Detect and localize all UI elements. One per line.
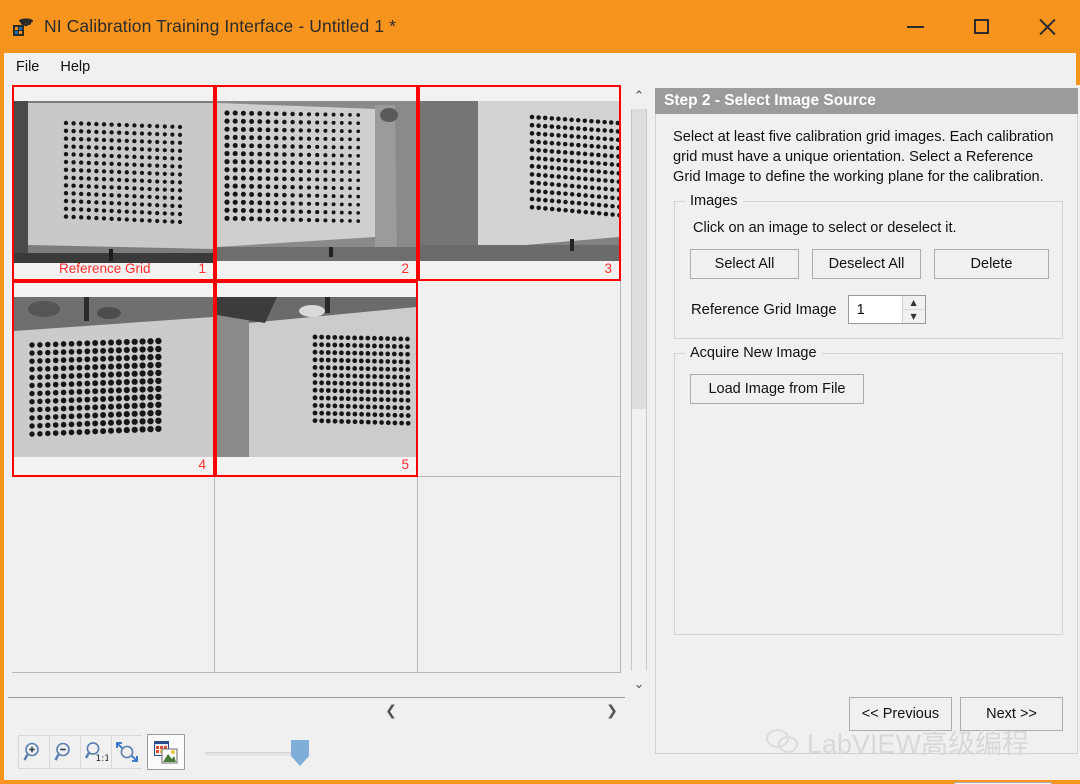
step-description: Select at least five calibration grid im… <box>673 129 1054 185</box>
images-button-row: Select All Deselect All Delete <box>690 249 1050 279</box>
minimize-icon <box>906 25 924 28</box>
scroll-left-icon[interactable]: ❮ <box>378 699 404 723</box>
stepper-buttons: ▲ ▼ <box>901 296 925 323</box>
application-window: NI Calibration Training Interface - Unti… <box>0 0 1080 784</box>
thumbnail-caption-3: 3 <box>420 259 619 277</box>
deselect-all-button[interactable]: Deselect All <box>812 249 921 279</box>
reference-grid-image-stepper[interactable]: 1 ▲ ▼ <box>847 295 926 324</box>
thumbnail-number-4: 4 <box>198 456 206 472</box>
zoom-slider-track[interactable] <box>205 752 305 756</box>
vertical-scroll-thumb[interactable] <box>632 109 646 409</box>
acquire-new-image-group: Acquire New Image Load Image from File <box>674 345 1063 635</box>
load-image-from-file-button[interactable]: Load Image from File <box>690 374 864 404</box>
acquire-group-title: Acquire New Image <box>685 345 822 361</box>
graduation-cap-icon <box>12 16 34 38</box>
menu-item-file[interactable]: File <box>7 56 48 78</box>
maximize-button[interactable] <box>948 0 1014 53</box>
thumbnail-image-1 <box>14 87 213 279</box>
maximize-icon <box>973 19 989 34</box>
wizard-nav: << Previous Next >> <box>849 697 1063 731</box>
previous-button[interactable]: << Previous <box>849 697 952 731</box>
thumbnail-cell-4[interactable]: 4 <box>12 281 215 477</box>
image-palette-icon[interactable] <box>147 734 185 770</box>
close-icon <box>1037 17 1057 37</box>
images-hint: Click on an image to select or deselect … <box>693 220 957 236</box>
reference-grid-image-label: Reference Grid Image <box>691 301 837 318</box>
minimize-button[interactable] <box>882 0 948 53</box>
scroll-up-icon[interactable]: ⌃ <box>625 85 653 107</box>
thumbnail-cell-empty-8[interactable] <box>215 477 418 673</box>
thumbnail-cell-empty-9[interactable] <box>418 477 621 673</box>
status-strip <box>8 772 1080 780</box>
reference-grid-label: Reference Grid <box>59 260 151 276</box>
delete-button[interactable]: Delete <box>934 249 1049 279</box>
zoom-slider-handle[interactable] <box>291 740 309 766</box>
thumbnail-caption-1: Reference Grid 1 <box>14 259 213 277</box>
thumbnail-caption-2: 2 <box>217 259 416 277</box>
image-grid-pane: Reference Grid 1 2 3 4 5 <box>8 85 625 695</box>
step-title: Step 2 - Select Image Source <box>655 88 1078 114</box>
scroll-right-icon[interactable]: ❯ <box>599 699 625 723</box>
images-group: Images Click on an image to select or de… <box>674 193 1063 339</box>
menu-bar: File Help <box>4 53 1076 81</box>
title-bar: NI Calibration Training Interface - Unti… <box>0 0 1080 53</box>
image-grid: Reference Grid 1 2 3 4 5 <box>12 85 621 673</box>
thumbnail-cell-empty-6[interactable] <box>418 281 621 477</box>
grid-horizontal-scrollbar[interactable]: ❮ ❯ <box>8 697 625 724</box>
menu-item-help[interactable]: Help <box>51 56 99 78</box>
thumbnail-number-2: 2 <box>401 260 409 276</box>
svg-text:1:1: 1:1 <box>96 754 109 763</box>
window-controls <box>882 0 1080 53</box>
reference-grid-row: Reference Grid Image 1 ▲ ▼ <box>691 295 1050 324</box>
grid-vertical-scrollbar[interactable]: ⌃ ⌄ <box>625 85 653 695</box>
thumbnail-cell-empty-7[interactable] <box>12 477 215 673</box>
thumbnail-image-2 <box>217 87 416 279</box>
zoom-in-icon[interactable] <box>18 735 49 769</box>
zoom-slider[interactable] <box>205 735 311 769</box>
stepper-up-icon[interactable]: ▲ <box>902 296 925 310</box>
reference-grid-image-value[interactable]: 1 <box>849 296 902 323</box>
stepper-down-icon[interactable]: ▼ <box>903 310 925 323</box>
thumbnail-image-3 <box>420 87 619 279</box>
zoom-out-icon[interactable] <box>49 735 80 769</box>
zoom-actual-size-icon[interactable]: 1:1 <box>80 735 111 769</box>
thumbnail-number-3: 3 <box>604 260 612 276</box>
thumbnail-cell-2[interactable]: 2 <box>215 85 418 281</box>
thumbnail-number-1: 1 <box>198 260 206 276</box>
close-button[interactable] <box>1014 0 1080 53</box>
scroll-down-icon[interactable]: ⌄ <box>625 673 653 695</box>
thumbnail-image-5 <box>217 283 416 475</box>
thumbnail-caption-5: 5 <box>217 455 416 473</box>
thumbnail-cell-3[interactable]: 3 <box>418 85 621 281</box>
window-title: NI Calibration Training Interface - Unti… <box>44 16 397 36</box>
wizard-panel: Step 2 - Select Image Source Select at l… <box>653 85 1080 784</box>
image-toolbar: 1:1 <box>8 727 625 777</box>
next-button[interactable]: Next >> <box>960 697 1063 731</box>
select-all-button[interactable]: Select All <box>690 249 799 279</box>
wizard-panel-body: Select at least five calibration grid im… <box>655 114 1078 754</box>
thumbnail-image-4 <box>14 283 213 475</box>
vertical-scroll-track[interactable] <box>631 109 647 671</box>
images-group-title: Images <box>685 193 743 209</box>
thumbnail-cell-1[interactable]: Reference Grid 1 <box>12 85 215 281</box>
thumbnail-caption-4: 4 <box>14 455 213 473</box>
image-grid-viewport: Reference Grid 1 2 3 4 5 <box>12 85 625 695</box>
thumbnail-number-5: 5 <box>401 456 409 472</box>
zoom-fit-icon[interactable] <box>111 735 142 769</box>
thumbnail-cell-5[interactable]: 5 <box>215 281 418 477</box>
